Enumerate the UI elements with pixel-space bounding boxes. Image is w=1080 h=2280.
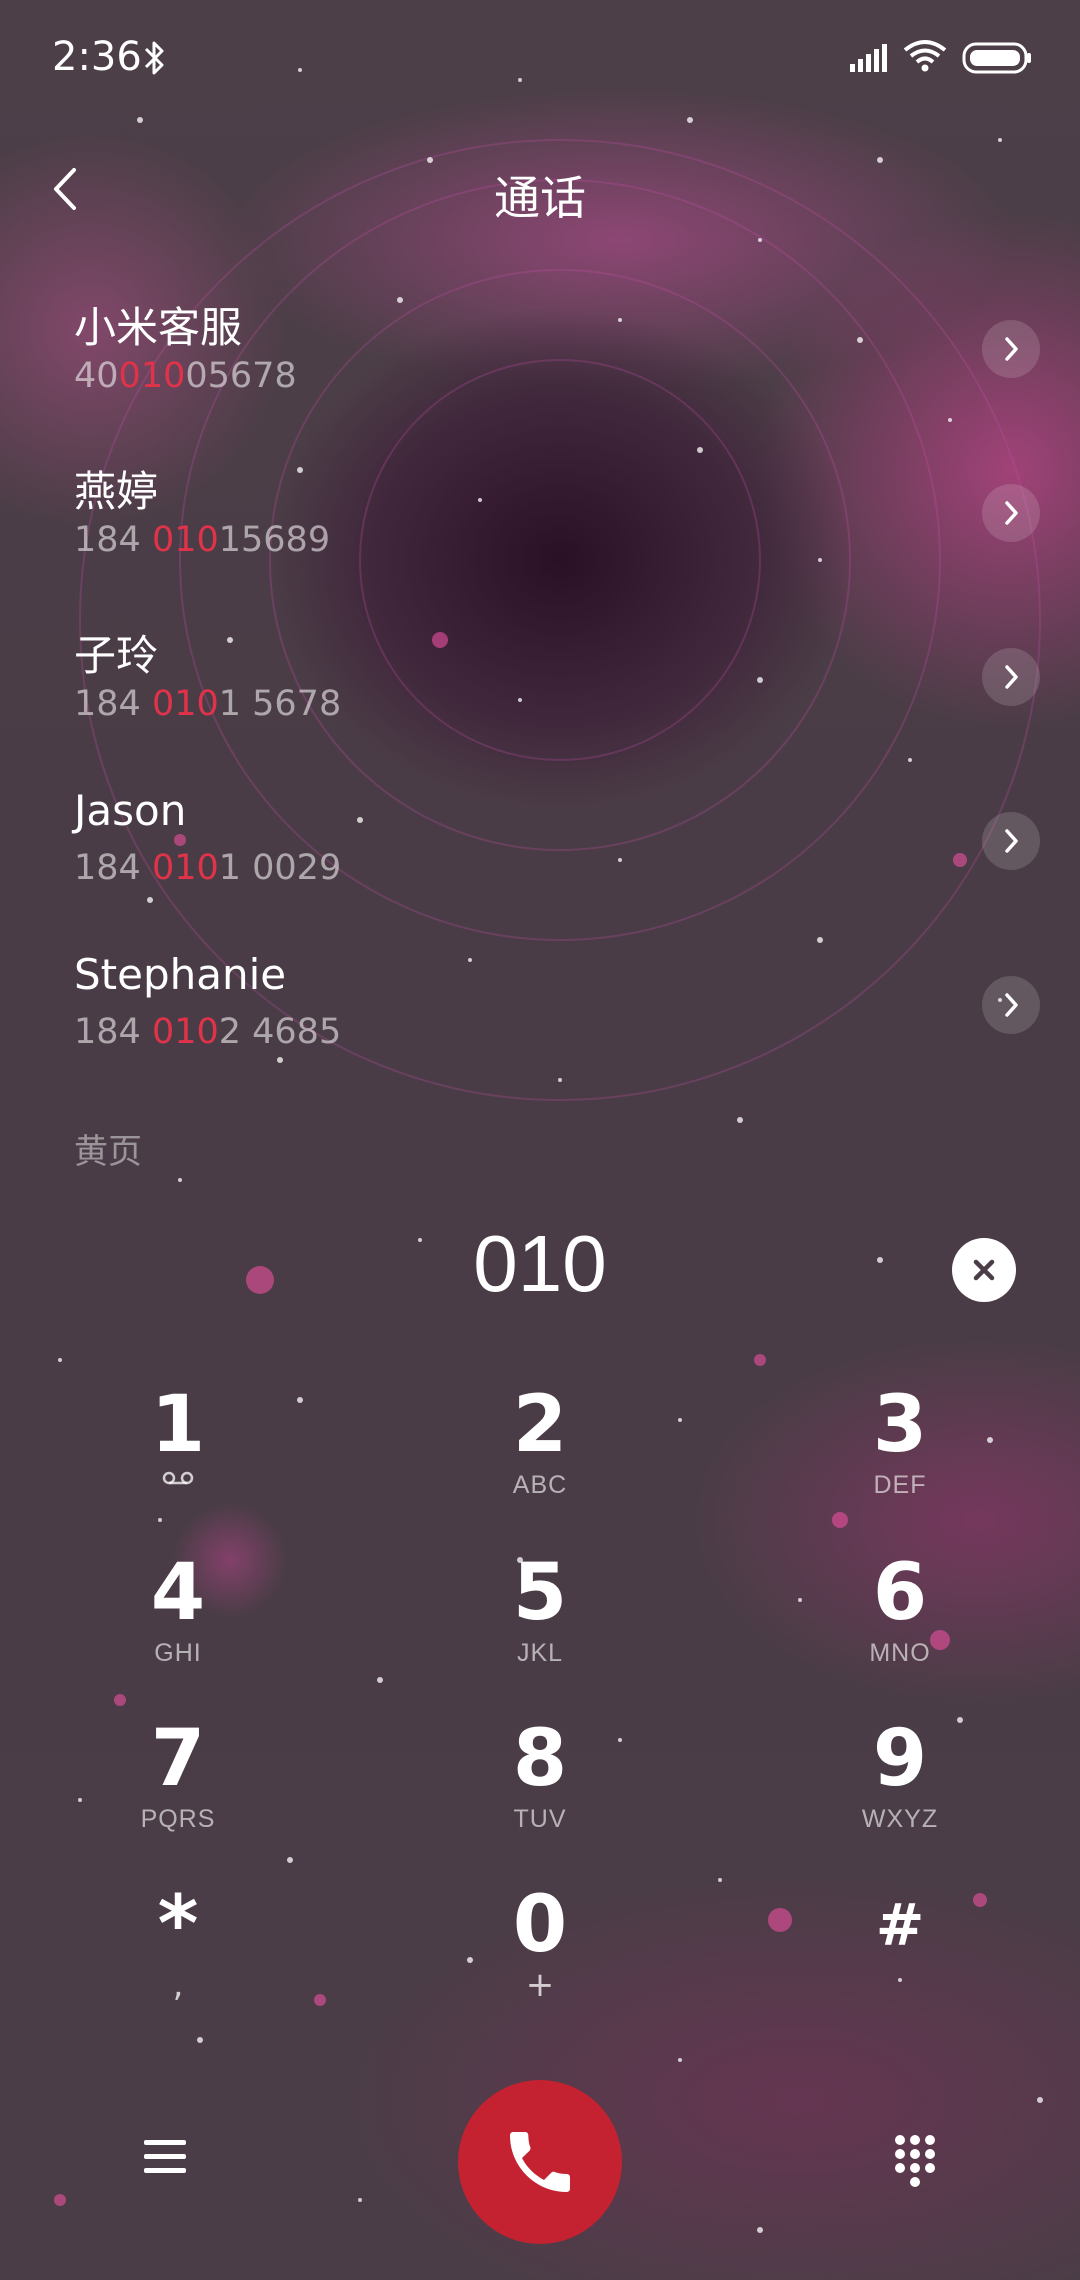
contact-detail-button[interactable] — [982, 320, 1040, 378]
key-digit: 5 — [512, 1548, 568, 1638]
voicemail-icon — [162, 1471, 194, 1485]
keypad-toggle-button[interactable] — [880, 2126, 950, 2196]
key-letters: GHI — [154, 1639, 202, 1667]
key-digit: 7 — [150, 1714, 206, 1804]
key-letters: JKL — [516, 1639, 564, 1667]
key-digit: # — [875, 1891, 925, 1959]
key-letters: ABC — [512, 1471, 568, 1499]
key-digit: * — [157, 1880, 199, 1970]
key-letters: DEF — [873, 1471, 927, 1499]
contact-row[interactable]: 燕婷 184 01015689 — [0, 438, 1080, 602]
key-digit: 4 — [150, 1548, 206, 1638]
yellow-pages-label[interactable]: 黄页 — [74, 1124, 142, 1173]
clear-button[interactable] — [952, 1238, 1016, 1302]
contact-number: 4001005678 — [74, 356, 297, 396]
dialpad-icon — [895, 2135, 935, 2187]
contact-number: 184 0101 0029 — [74, 848, 342, 888]
chevron-right-icon — [1005, 829, 1018, 853]
key-hash[interactable]: # — [800, 1880, 1000, 2030]
status-bar: 2:36 — [0, 0, 1080, 116]
chevron-right-icon — [1005, 665, 1018, 689]
chevron-right-icon — [1005, 993, 1018, 1017]
contact-name: 子玲 — [74, 631, 159, 680]
contact-number: 184 0102 4685 — [74, 1012, 342, 1052]
key-digit: 1 — [150, 1380, 206, 1470]
key-digit: 2 — [512, 1380, 568, 1470]
key-letters: MNO — [869, 1639, 931, 1667]
key-sub-symbol: + — [525, 1965, 555, 2005]
contact-number: 184 01015689 — [74, 520, 331, 560]
key-8[interactable]: 8 TUV — [440, 1714, 640, 1864]
battery-icon — [962, 42, 1031, 74]
key-1[interactable]: 1 — [78, 1380, 278, 1530]
key-6[interactable]: 6 MNO — [800, 1548, 1000, 1698]
contact-name: Jason — [74, 786, 187, 835]
chevron-right-icon — [1005, 501, 1018, 525]
contact-row[interactable]: Jason 184 0101 0029 — [0, 766, 1080, 930]
phone-icon — [510, 2132, 570, 2192]
contact-detail-button[interactable] — [982, 812, 1040, 870]
key-digit: 8 — [512, 1714, 568, 1804]
call-button[interactable] — [458, 2080, 622, 2244]
key-7[interactable]: 7 PQRS — [78, 1714, 278, 1864]
contact-list: 小米客服 4001005678 燕婷 184 01015689 子玲 184 0… — [0, 274, 1080, 1094]
page-title: 通话 — [494, 171, 586, 225]
header: 通话 — [0, 140, 1080, 236]
key-digit: 6 — [872, 1548, 928, 1638]
key-digit: 9 — [872, 1714, 928, 1804]
key-letters: PQRS — [140, 1805, 216, 1833]
bluetooth-icon — [144, 41, 164, 75]
key-digit: 0 — [512, 1880, 568, 1970]
key-letters: TUV — [513, 1805, 567, 1833]
status-time: 2:36 — [52, 34, 142, 80]
key-0[interactable]: 0 + — [440, 1880, 640, 2030]
key-2[interactable]: 2 ABC — [440, 1380, 640, 1530]
dial-input-display: 010 — [473, 1219, 607, 1308]
contact-row[interactable]: 小米客服 4001005678 — [0, 274, 1080, 438]
key-4[interactable]: 4 GHI — [78, 1548, 278, 1698]
contact-name: Stephanie — [74, 950, 287, 999]
contact-detail-button[interactable] — [982, 976, 1040, 1034]
menu-button[interactable] — [132, 2130, 198, 2184]
contact-number: 184 0101 5678 — [74, 684, 342, 724]
contact-detail-button[interactable] — [982, 648, 1040, 706]
close-icon — [973, 1259, 995, 1281]
contact-row[interactable]: Stephanie 184 0102 4685 — [0, 930, 1080, 1094]
key-sub-symbol: , — [172, 1965, 184, 2005]
contact-detail-button[interactable] — [982, 484, 1040, 542]
key-letters: WXYZ — [861, 1805, 939, 1833]
contact-name: 小米客服 — [74, 303, 243, 352]
key-3[interactable]: 3 DEF — [800, 1380, 1000, 1530]
key-5[interactable]: 5 JKL — [440, 1548, 640, 1698]
key-digit: 3 — [872, 1380, 928, 1470]
contact-name: 燕婷 — [74, 467, 159, 516]
key-9[interactable]: 9 WXYZ — [800, 1714, 1000, 1864]
key-star[interactable]: * , — [78, 1880, 278, 2030]
menu-icon — [144, 2140, 186, 2173]
signal-icon — [850, 44, 887, 72]
chevron-right-icon — [1005, 337, 1018, 361]
contact-row[interactable]: 子玲 184 0101 5678 — [0, 602, 1080, 766]
wifi-icon — [903, 40, 947, 72]
